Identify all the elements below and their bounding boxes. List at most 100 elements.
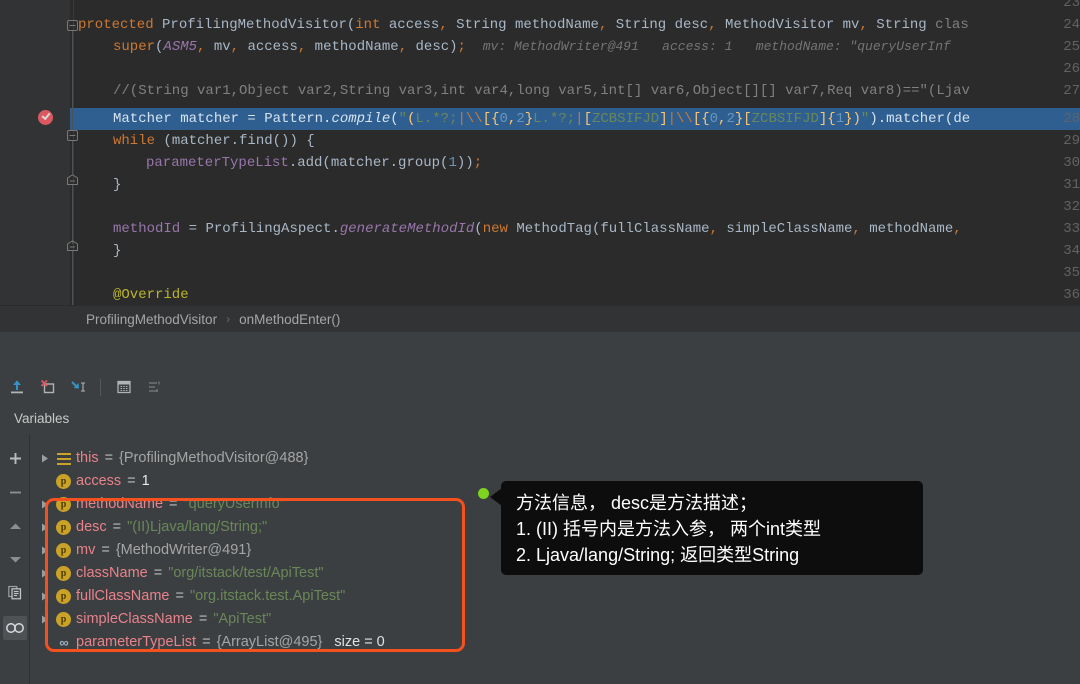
fold-collapse-icon[interactable] (67, 130, 78, 141)
move-down-icon[interactable] (3, 547, 27, 571)
fold-end-icon[interactable] (67, 174, 78, 185)
code-line-30: parameterTypeList.add(matcher.group(1)); (146, 155, 483, 171)
no-expand-spacer (37, 470, 52, 493)
fold-collapse-icon[interactable] (67, 20, 78, 31)
line-number: 32 (1063, 199, 1080, 215)
fold-stem (72, 141, 73, 174)
expand-arrow-icon[interactable] (37, 493, 52, 516)
variable-value: "(II)Ljava/lang/String;" (127, 519, 268, 535)
parameter-icon: p (52, 589, 75, 604)
line-number: 34 (1063, 243, 1080, 259)
expand-arrow-icon[interactable] (37, 539, 52, 562)
variable-name: this (76, 450, 99, 466)
line-number: 35 (1063, 265, 1080, 281)
annotation-marker-dot-icon (478, 488, 489, 499)
fold-stem (72, 31, 73, 130)
variable-row-simpleClassName[interactable]: p simpleClassName = "ApiTest" (30, 608, 1080, 631)
expand-arrow-icon[interactable] (37, 585, 52, 608)
code-line-33: methodId = ProfilingAspect.generateMetho… (113, 221, 962, 237)
equals-sign: = (127, 473, 136, 489)
equals-sign: = (202, 634, 211, 650)
no-expand-spacer (37, 631, 52, 654)
variable-value: 1 (141, 473, 150, 489)
breadcrumb-separator-icon: › (226, 312, 231, 326)
add-watch-icon[interactable] (3, 446, 27, 470)
equals-sign: = (112, 519, 122, 535)
code-line-27: //(String var1,Object var2,String var3,i… (113, 83, 970, 99)
variable-row-parameterTypeList[interactable]: ∞ parameterTypeList = {ArrayList@495} si… (30, 631, 1080, 654)
expand-arrow-icon[interactable] (37, 447, 52, 470)
settings-list-icon[interactable] (141, 374, 169, 400)
collection-icon: ∞ (59, 635, 68, 650)
move-up-icon[interactable] (3, 514, 27, 538)
line-number: 24 (1063, 17, 1080, 33)
variable-name: fullClassName (76, 588, 170, 604)
expand-arrow-icon[interactable] (37, 608, 52, 631)
fold-end-icon[interactable] (67, 240, 78, 251)
debug-tab-row[interactable]: Variables (0, 403, 1080, 435)
variable-row-this[interactable]: this = {ProfilingMethodVisitor@488} (30, 447, 1080, 470)
line-number: 25 (1063, 39, 1080, 55)
variable-value: {ArrayList@495} (216, 634, 323, 650)
parameter-icon: p (52, 520, 75, 535)
expand-arrow-icon[interactable] (37, 562, 52, 585)
line-number: 28 (1063, 111, 1080, 127)
remove-watch-icon[interactable] (3, 480, 27, 504)
force-step-over-icon[interactable] (34, 374, 62, 400)
variable-name: desc (76, 519, 107, 535)
equals-sign: = (153, 565, 163, 581)
line-number: 29 (1063, 133, 1080, 149)
variable-name: className (76, 565, 148, 581)
variable-value: {MethodWriter@491} (115, 542, 252, 558)
step-into-icon[interactable] (65, 374, 93, 400)
debug-toolbar[interactable] (0, 371, 1080, 404)
code-line-28: Matcher matcher = Pattern.compile("(L.*?… (113, 111, 971, 127)
object-list-icon (52, 452, 75, 465)
copy-value-icon[interactable] (3, 580, 27, 604)
line-number: 31 (1063, 177, 1080, 193)
code-line-25: super(ASM5, mv, access, methodName, desc… (113, 39, 951, 55)
fold-stem (72, 251, 73, 305)
breakpoint-icon[interactable] (38, 110, 53, 125)
breadcrumb-method[interactable]: onMethodEnter() (239, 312, 340, 327)
line-number: 36 (1063, 287, 1080, 303)
expand-arrow-icon[interactable] (37, 516, 52, 539)
fold-gutter-line (73, 0, 74, 305)
code-editor[interactable]: 23 24 25 26 27 28 29 30 31 32 33 34 35 3… (0, 0, 1080, 305)
variables-toolbar[interactable] (0, 434, 30, 684)
parameter-icon: p (52, 497, 75, 512)
breadcrumb-class[interactable]: ProfilingMethodVisitor (86, 312, 217, 327)
collection-size: size = 0 (334, 634, 385, 650)
variable-name: methodName (76, 496, 164, 512)
equals-sign: = (175, 588, 184, 604)
code-line-36: @Override (113, 287, 189, 303)
step-out-icon[interactable] (3, 374, 31, 400)
variable-row-fullClassName[interactable]: p fullClassName = "org.itstack.test.ApiT… (30, 585, 1080, 608)
variable-value: "org.itstack.test.ApiTest" (189, 588, 346, 604)
line-number: 26 (1063, 61, 1080, 77)
editor-gutter[interactable] (0, 0, 70, 305)
ide-debugger-screenshot: 23 24 25 26 27 28 29 30 31 32 33 34 35 3… (0, 0, 1080, 684)
variable-name: parameterTypeList (76, 634, 197, 650)
parameter-icon: p (52, 474, 75, 489)
debug-panel-header-spacer (0, 332, 1080, 372)
variable-value: "queryUserInfo" (183, 496, 285, 512)
code-line-29: while (matcher.find()) { (113, 133, 315, 149)
evaluate-expression-icon[interactable] (110, 374, 138, 400)
variable-name: simpleClassName (76, 611, 193, 627)
fold-stem (72, 185, 73, 244)
annotation-line-3: 2. Ljava/lang/String; 返回类型String (516, 545, 800, 565)
watches-icon[interactable] (3, 616, 27, 640)
equals-sign: = (101, 542, 110, 558)
code-line-34: } (113, 243, 122, 259)
variable-value: {ProfilingMethodVisitor@488} (119, 450, 309, 466)
equals-sign: = (169, 496, 178, 512)
parameter-icon: p (52, 566, 75, 581)
breadcrumb[interactable]: ProfilingMethodVisitor › onMethodEnter() (0, 305, 1080, 332)
line-number: 23 (1063, 0, 1080, 11)
equals-sign: = (198, 611, 208, 627)
variable-value: "ApiTest" (213, 611, 272, 627)
annotation-callout: 方法信息， desc是方法描述； 1. (II) 括号内是方法入参， 两个int… (501, 481, 923, 575)
annotation-line-1: 方法信息， desc是方法描述； (516, 493, 758, 513)
tab-variables[interactable]: Variables (0, 411, 69, 426)
